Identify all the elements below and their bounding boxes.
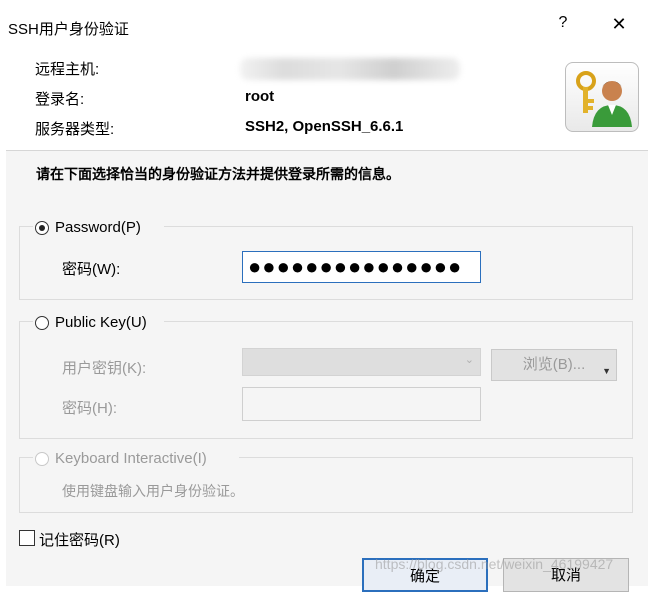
keyboard-interactive-label[interactable]: Keyboard Interactive(I) — [55, 450, 207, 467]
public-key-radio-label[interactable]: Public Key(U) — [55, 314, 147, 331]
remember-password-checkbox[interactable] — [19, 530, 35, 546]
keyboard-interactive-description: 使用键盘输入用户身份验证。 — [62, 483, 244, 499]
window-title: SSH用户身份验证 — [8, 21, 129, 38]
password-radio[interactable] — [35, 221, 49, 235]
help-button[interactable]: ? — [553, 14, 573, 38]
user-key-icon — [565, 62, 639, 132]
keyboard-interactive-radio[interactable] — [35, 452, 49, 466]
passphrase-input[interactable] — [242, 387, 481, 421]
chevron-down-icon: ⌄ — [464, 354, 474, 366]
server-type-label: 服务器类型: — [35, 121, 115, 138]
login-name-label: 登录名: — [35, 91, 85, 108]
remember-password-label[interactable]: 记住密码(R) — [39, 529, 120, 550]
browse-button-label: 浏览(B)... — [522, 356, 586, 373]
passphrase-label: 密码(H): — [62, 400, 117, 417]
server-type-value: SSH2, OpenSSH_6.6.1 — [245, 118, 404, 135]
remote-host-label: 远程主机: — [35, 61, 100, 78]
password-input[interactable]: ●●●●●●●●●●●●●●● — [242, 251, 481, 283]
password-field-label: 密码(W): — [62, 261, 121, 278]
user-key-label: 用户密钥(K): — [62, 360, 147, 377]
public-key-radio[interactable] — [35, 316, 49, 330]
user-key-select[interactable]: ⌄ — [242, 348, 481, 376]
close-button[interactable]: ✕ — [607, 14, 631, 38]
login-name-value: root — [245, 88, 275, 105]
remote-host-value-redacted — [240, 58, 460, 80]
browse-button[interactable]: 浏览(B)... ▼ — [491, 349, 617, 381]
dropdown-arrow-icon: ▼ — [602, 366, 611, 376]
watermark: https://blog.csdn.net/weixin_46199427 — [375, 556, 614, 572]
instructions-text: 请在下面选择恰当的身份验证方法并提供登录所需的信息。 — [36, 166, 400, 182]
password-radio-label[interactable]: Password(P) — [55, 219, 141, 236]
